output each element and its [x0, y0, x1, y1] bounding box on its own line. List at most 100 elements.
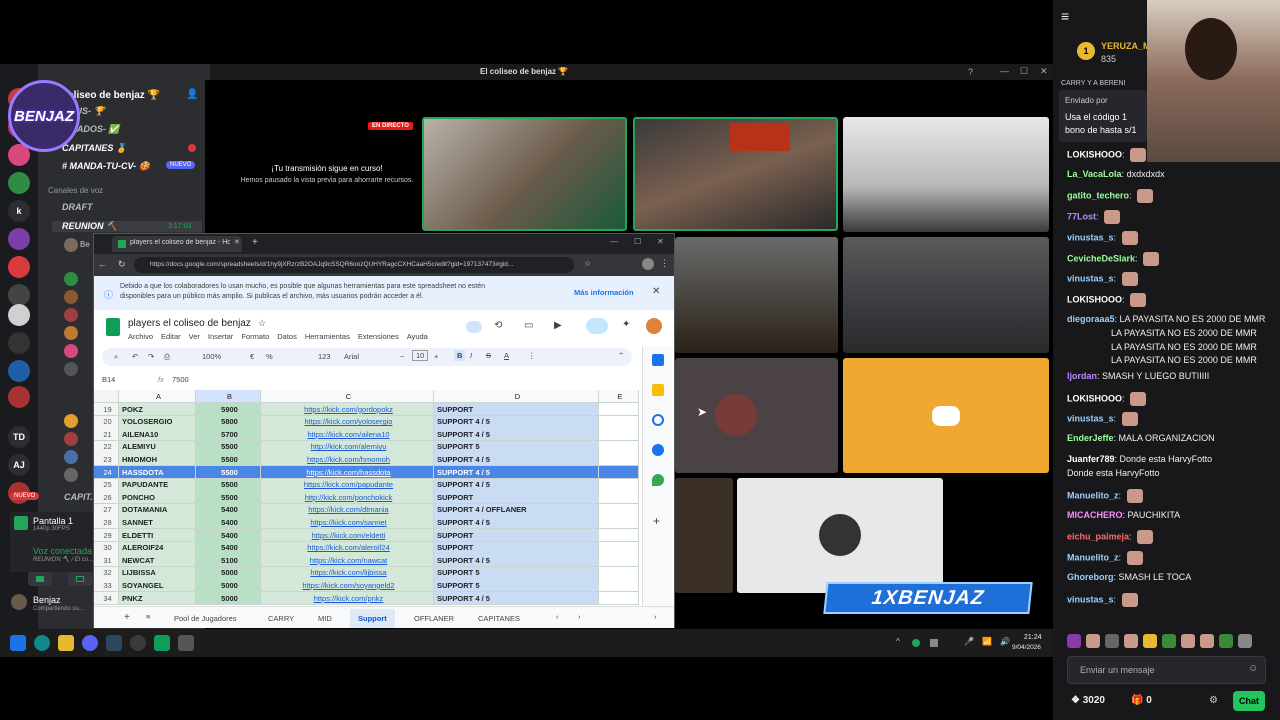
table-row[interactable]: 27 DOTAMANIA 5400 https://kick.com/dtmania S…	[94, 503, 639, 517]
tray-icon[interactable]	[930, 639, 938, 647]
chat-username[interactable]: MICACHERO	[1067, 510, 1123, 520]
avatar[interactable]	[64, 344, 78, 358]
channel-item[interactable]: # MANDA-TU-CV- 🍪	[62, 161, 150, 172]
avatar[interactable]	[64, 362, 78, 376]
cell-name[interactable]: PAPUDANTE	[119, 478, 196, 492]
cell-empty[interactable]	[599, 566, 639, 580]
chat-message[interactable]: LOKISHOOO:	[1067, 391, 1147, 406]
cell-link[interactable]: https://kick.com/papudante	[261, 478, 434, 492]
row-number[interactable]: 28	[94, 516, 119, 530]
row-number[interactable]: 23	[94, 453, 119, 467]
cell-name[interactable]: ELDETTI	[119, 529, 196, 542]
table-row[interactable]: 28 SANNET 5400 https://kick.com/sannet SUPPO…	[94, 516, 639, 530]
chat-username[interactable]: ljordan	[1067, 371, 1097, 381]
number-format[interactable]: 123	[318, 352, 331, 361]
video-tile[interactable]	[843, 237, 1049, 353]
cell-role[interactable]: SUPPORT 4 / 5	[434, 453, 599, 467]
cell-mmr[interactable]: 5500	[196, 453, 261, 467]
corner-cell[interactable]	[94, 390, 119, 403]
emote-icon[interactable]	[1105, 634, 1119, 648]
chat-message[interactable]: diegoraaa5: LA PAYASITA NO ES 2000 DE MM…	[1067, 314, 1265, 324]
tasks-icon[interactable]	[652, 414, 664, 426]
star-icon[interactable]: ☆	[258, 318, 266, 329]
top-user-name[interactable]: YERUZA_M	[1101, 41, 1151, 51]
server-letter-td[interactable]: TD	[8, 426, 30, 448]
user-name[interactable]: Benjaz	[33, 595, 61, 605]
row-number[interactable]: 31	[94, 554, 119, 568]
cell-mmr[interactable]: 5500	[196, 478, 261, 492]
presence-avatars[interactable]	[466, 321, 482, 333]
chat-username[interactable]: Juanfer789	[1067, 454, 1115, 464]
contacts-icon[interactable]	[652, 444, 664, 456]
cell-mmr[interactable]: 5500	[196, 440, 261, 454]
cell-empty[interactable]	[599, 403, 639, 416]
strikethrough-button[interactable]: S	[486, 351, 491, 360]
server-icon[interactable]	[8, 172, 30, 194]
menu-ayuda[interactable]: Ayuda	[407, 332, 428, 341]
cell-role[interactable]: SUPPORT 4 / 5	[434, 415, 599, 429]
video-tile[interactable]	[633, 117, 838, 231]
percent-icon[interactable]: %	[266, 352, 273, 361]
table-row[interactable]: 25 PAPUDANTE 5500 https://kick.com/papudant…	[94, 478, 639, 492]
cell-link[interactable]: https://kick.com/ailena10	[261, 428, 434, 442]
server-icon[interactable]	[8, 256, 30, 278]
table-row[interactable]: 21 AILENA10 5700 https://kick.com/ailena10 S…	[94, 428, 639, 442]
cell-empty[interactable]	[599, 491, 639, 505]
text-color-button[interactable]: A	[504, 351, 509, 360]
cell-empty[interactable]	[599, 579, 639, 593]
row-number[interactable]: 26	[94, 491, 119, 505]
meet-icon[interactable]: ▶	[554, 320, 562, 331]
close-banner-icon[interactable]: ✕	[652, 286, 660, 297]
name-box[interactable]: B14	[102, 375, 115, 384]
volume-icon[interactable]: 🔊	[1000, 637, 1010, 646]
emote-icon[interactable]	[1181, 634, 1195, 648]
table-row[interactable]: 31 NEWCAT 5100 https://kick.com/nawcat SUPPO…	[94, 554, 639, 568]
avatar[interactable]	[64, 468, 78, 482]
cell-role[interactable]: SUPPORT 4 / 5	[434, 428, 599, 442]
table-row[interactable]: 26 PONCHO 5500 http://kick.com/ponchokick SU…	[94, 491, 639, 505]
collapse-icon[interactable]: ⌃	[618, 351, 624, 360]
mic-icon[interactable]: 🎤	[964, 637, 974, 646]
chat-username[interactable]: EnderJeffe	[1067, 433, 1114, 443]
help-icon[interactable]: ?	[968, 67, 973, 77]
table-row[interactable]: 29 ELDETTI 5400 https://kick.com/eldetti SUP…	[94, 529, 639, 542]
chat-username[interactable]: eichu_paimeja	[1067, 532, 1129, 542]
cell-link[interactable]: https://kick.com/gordopokz	[261, 403, 434, 416]
cell-mmr[interactable]: 5100	[196, 554, 261, 568]
emote-icon[interactable]	[1200, 634, 1214, 648]
cell-role[interactable]: SUPPORT	[434, 403, 599, 416]
cell-name[interactable]: PONCHO	[119, 491, 196, 505]
row-number[interactable]: 24	[94, 466, 119, 479]
cell-name[interactable]: HASSDOTA	[119, 466, 196, 479]
row-number[interactable]: 21	[94, 428, 119, 442]
file-explorer-icon[interactable]	[58, 635, 74, 651]
new-tab-icon[interactable]: +	[252, 237, 258, 248]
cell-name[interactable]: SOYANGEL	[119, 579, 196, 593]
add-sheet-icon[interactable]: +	[124, 612, 130, 623]
video-tile[interactable]	[675, 237, 838, 353]
emote-icon[interactable]	[1143, 634, 1157, 648]
cell-name[interactable]: LIJBISSA	[119, 566, 196, 580]
cell-mmr[interactable]: 5900	[196, 403, 261, 416]
menu-icon[interactable]: ⋮	[660, 258, 669, 269]
column-header[interactable]: A	[119, 390, 196, 403]
server-icon[interactable]	[8, 228, 30, 250]
cell-mmr[interactable]: 5000	[196, 566, 261, 580]
cell-role[interactable]: SUPPORT	[434, 491, 599, 505]
avatar[interactable]	[64, 290, 78, 304]
cell-link[interactable]: https://kick.com/sannet	[261, 516, 434, 530]
browser-tab[interactable]: players el coliseo de benjaz - Hoja ✕	[112, 236, 242, 252]
url-bar[interactable]: https://docs.google.com/spreadsheets/d/1…	[134, 257, 574, 273]
chat-username[interactable]: LOKISHOOO	[1067, 393, 1122, 403]
chat-username[interactable]: La_VacaLola	[1067, 169, 1122, 179]
chat-message[interactable]: vinustas_s:	[1067, 272, 1138, 287]
calendar-icon[interactable]	[652, 354, 664, 366]
cell-name[interactable]: YOLOSERGIO	[119, 415, 196, 429]
voice-user[interactable]: Be	[80, 240, 90, 249]
chat-message[interactable]: vinustas_s:	[1067, 230, 1138, 245]
cell-empty[interactable]	[599, 592, 639, 605]
avatar[interactable]	[642, 258, 654, 270]
avatar[interactable]	[64, 238, 78, 252]
chat-message[interactable]: CevicheDeSlark:	[1067, 251, 1160, 266]
server-name[interactable]: coliseo de benjaz 🏆	[62, 90, 160, 101]
